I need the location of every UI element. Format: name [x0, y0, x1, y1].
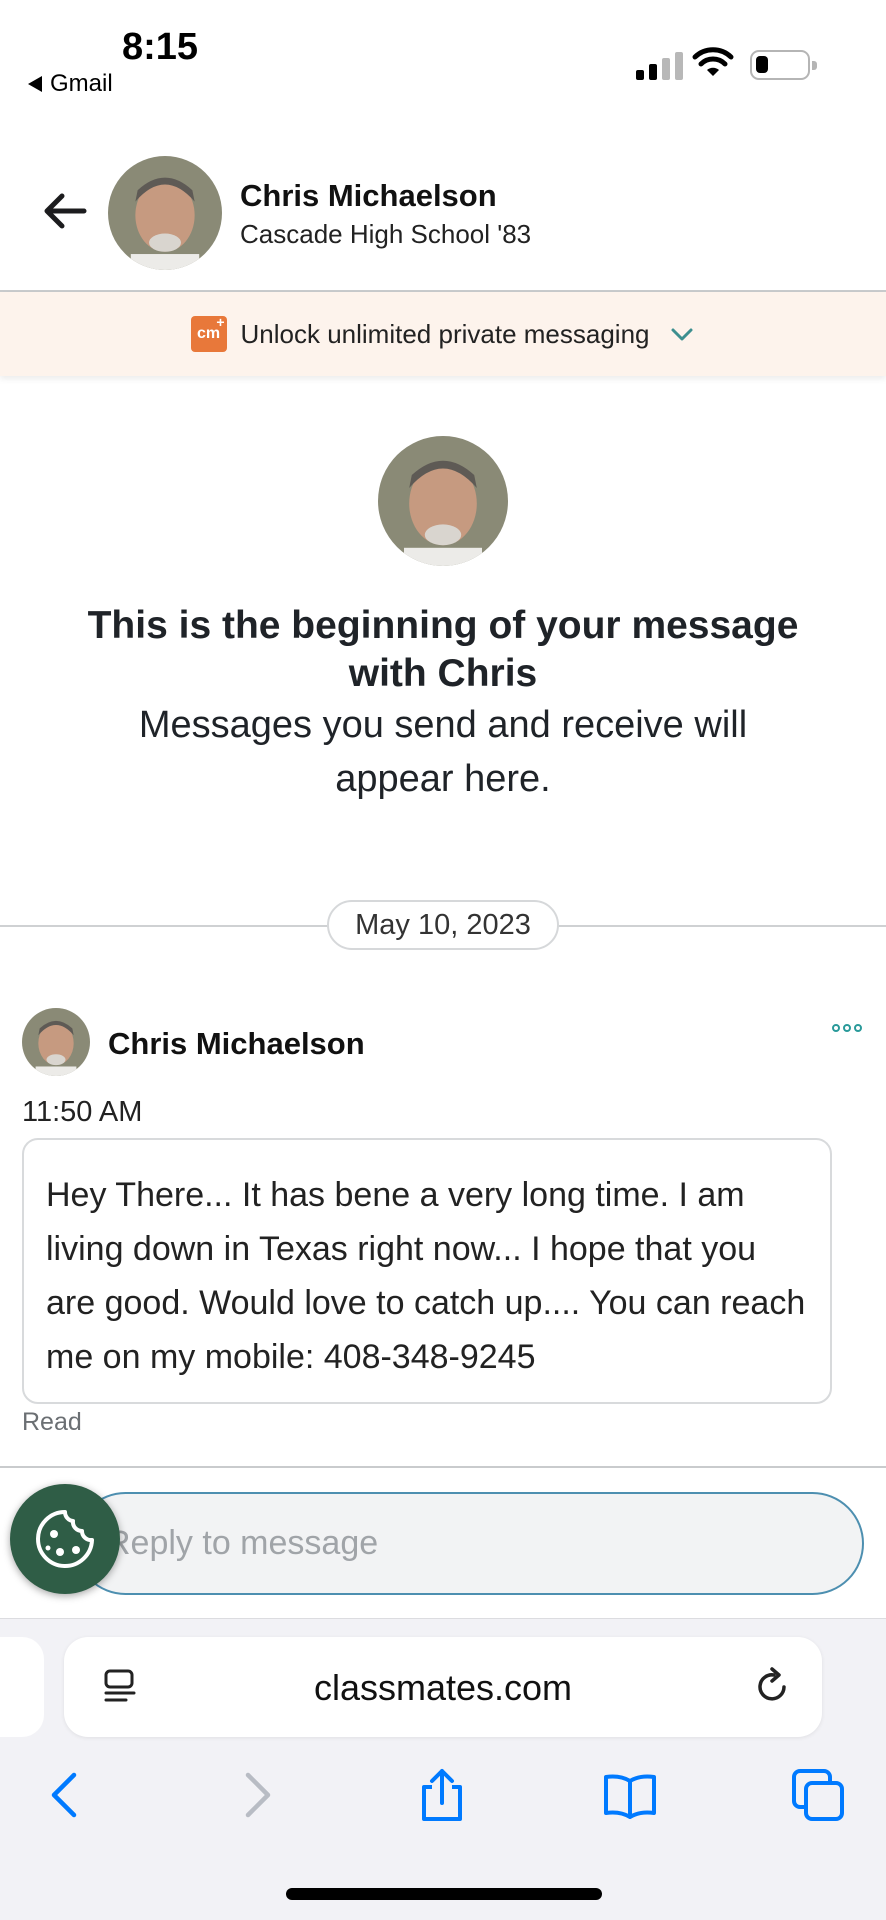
tabs-icon[interactable] [790, 1767, 846, 1823]
avatar[interactable] [108, 156, 222, 270]
message-read-status: Read [22, 1408, 82, 1436]
browser-toolbar: classmates.com [0, 1618, 886, 1920]
bookmarks-icon[interactable] [602, 1767, 658, 1823]
back-icon[interactable] [38, 1767, 94, 1823]
contact-school: Cascade High School '83 [240, 219, 532, 249]
status-bar: 8:15 Gmail [0, 0, 886, 110]
message-bubble: Hey There... It has bene a very long tim… [22, 1138, 832, 1404]
back-to-app-link[interactable]: Gmail [28, 70, 113, 98]
date-divider: May 10, 2023 [327, 900, 559, 950]
more-options-icon[interactable] [832, 1024, 862, 1032]
status-time: 8:15 [122, 26, 199, 68]
back-triangle-icon [28, 76, 42, 92]
url-text[interactable]: classmates.com [64, 1667, 822, 1709]
conversation-start-subtitle: Messages you send and receive will appea… [138, 704, 748, 800]
home-indicator [286, 1888, 602, 1900]
previous-tab-edge[interactable] [0, 1637, 44, 1737]
unlock-messaging-banner[interactable]: cm + Unlock unlimited private messaging [0, 292, 886, 376]
forward-icon[interactable] [228, 1767, 284, 1823]
back-app-label: Gmail [50, 70, 113, 97]
reply-separator [0, 1466, 886, 1468]
avatar [378, 436, 508, 566]
cookie-icon [36, 1510, 94, 1568]
chat-header: Chris Michaelson Cascade High School '83 [0, 118, 886, 292]
share-icon[interactable] [414, 1767, 470, 1823]
conversation-start-title: This is the beginning of your message wi… [87, 604, 799, 695]
address-bar[interactable]: classmates.com [64, 1637, 822, 1737]
message-sender-name[interactable]: Chris Michaelson [108, 1026, 365, 1062]
message-timestamp: 11:50 AM [22, 1096, 143, 1128]
reload-icon[interactable] [752, 1665, 794, 1707]
wifi-icon [692, 47, 734, 76]
chevron-down-icon[interactable] [669, 324, 695, 344]
battery-icon [750, 50, 817, 80]
contact-name[interactable]: Chris Michaelson [240, 178, 497, 214]
classmates-logo-icon: cm + [190, 314, 227, 352]
reply-input[interactable]: Reply to message [74, 1492, 864, 1595]
promo-text: Unlock unlimited private messaging [240, 318, 650, 349]
cellular-signal-icon [636, 50, 683, 80]
back-arrow-icon[interactable] [40, 186, 90, 236]
avatar[interactable] [22, 1008, 90, 1076]
cookie-settings-button[interactable] [10, 1484, 120, 1594]
